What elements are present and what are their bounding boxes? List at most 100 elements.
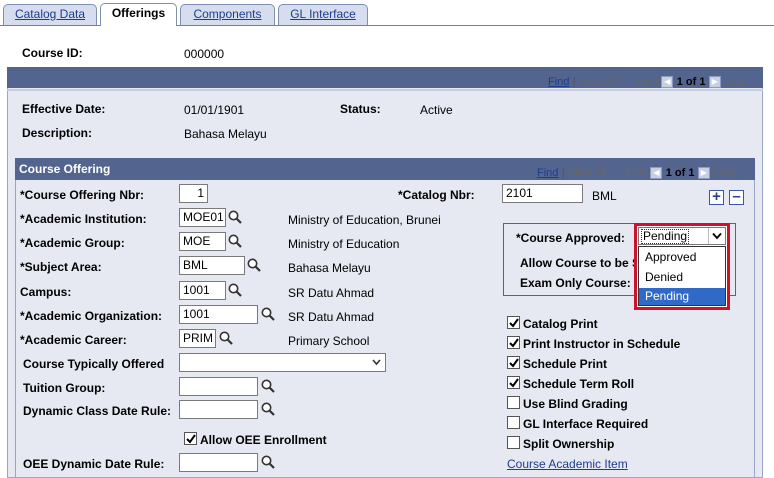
print-instructor-checkbox[interactable] [507,336,520,349]
offering-last-arrow-icon[interactable]: ▶ [697,166,710,179]
subject-input[interactable]: BML [179,256,245,275]
course-id-label: Course ID: [22,46,83,60]
first-arrow-icon[interactable]: ◀ [661,75,674,88]
catalog-nbr-label: *Catalog Nbr: [398,188,475,202]
gl-interface-label: GL Interface Required [523,417,649,431]
gl-interface-checkbox[interactable] [507,416,520,429]
campus-desc: SR Datu Ahmad [288,286,375,300]
subject-desc: Bahasa Melayu [288,261,371,275]
schedule-term-roll-checkbox[interactable] [507,376,520,389]
organization-label: *Academic Organization: [20,309,163,323]
catalog-nbr-input[interactable]: 2101 [502,184,583,203]
oee-enroll-checkbox[interactable] [184,432,197,445]
option-approved[interactable]: Approved [639,248,725,267]
last-label: Last [724,76,745,88]
schedule-term-roll-label: Schedule Term Roll [523,377,635,391]
offering-find-link[interactable]: Find [537,167,558,179]
offering-pager-count: 1 of 1 [665,167,695,179]
schedule-print-label: Schedule Print [523,357,608,371]
course-approved-label: *Course Approved: [516,231,625,245]
course-id-value: 000000 [184,47,225,61]
description-label: Description: [22,126,93,140]
first-label: First [636,76,659,88]
check-icon [509,378,519,388]
chevron-down-icon [712,232,722,240]
print-instructor-label: Print Instructor in Schedule [523,337,681,351]
description-value: Bahasa Melayu [184,127,267,141]
campus-input[interactable]: 1001 [179,281,226,300]
check-icon [509,318,519,328]
tab-bar: Catalog Data Offerings Components GL Int… [0,0,774,26]
course-approved-options: Approved Denied Pending [638,246,726,306]
option-denied[interactable]: Denied [639,268,725,287]
view-all-link: View All [578,76,618,88]
status-label: Status: [340,102,381,116]
institution-input[interactable]: MOE01 [179,208,226,227]
check-icon [509,358,519,368]
offering-first-arrow-icon[interactable]: ◀ [650,166,663,179]
tab-gl-interface[interactable]: GL Interface [278,4,368,25]
tab-offerings[interactable]: Offerings [100,3,177,26]
split-ownership-label: Split Ownership [523,437,615,451]
effective-dated-nav: Find | View All First ◀ 1 of 1 ▶ Last [548,75,745,88]
find-link[interactable]: Find [548,76,569,88]
offering-first-label: First [625,167,648,179]
catalog-print-checkbox[interactable] [507,316,520,329]
organization-input[interactable]: 1001 [179,305,258,324]
institution-search-icon[interactable] [227,209,243,225]
subject-search-icon[interactable] [246,257,262,273]
organization-desc: SR Datu Ahmad [288,310,375,324]
oee-enroll-label: Allow OEE Enrollment [200,433,327,447]
subject-label: *Subject Area: [20,260,102,274]
allow-schedule-label: Allow Course to be S [520,256,641,270]
tuition-group-input[interactable] [179,377,258,396]
offering-last-label: Last [713,167,734,179]
option-pending[interactable]: Pending [639,288,725,305]
tuition-group-label: Tuition Group: [23,381,106,395]
institution-desc: Ministry of Education, Brunei [288,213,441,227]
dynamic-class-label: Dynamic Class Date Rule: [23,404,172,418]
typically-offered-select[interactable] [179,353,386,372]
tuition-search-icon[interactable] [260,378,276,394]
group-input[interactable]: MOE [179,232,226,251]
oee-dynamic-search-icon[interactable] [260,454,276,470]
add-row-icon[interactable]: + [709,189,724,205]
blind-grading-checkbox[interactable] [507,396,520,409]
campus-search-icon[interactable] [227,282,243,298]
offering-nbr-input[interactable]: 1 [179,184,208,203]
catalog-nbr-desc: BML [592,189,617,203]
oee-dynamic-input[interactable] [179,453,258,472]
career-desc: Primary School [288,334,370,348]
delete-row-icon[interactable]: – [729,189,744,205]
tab-components[interactable]: Components [180,4,275,25]
course-academic-item-link[interactable]: Course Academic Item [507,457,628,471]
career-label: *Academic Career: [20,333,127,347]
organization-search-icon[interactable] [260,306,276,322]
dynamic-class-input[interactable] [179,400,258,419]
campus-label: Campus: [20,285,72,299]
oee-dynamic-label: OEE Dynamic Date Rule: [23,457,165,471]
course-offering-title: Course Offering [19,162,111,176]
typically-offered-label: Course Typically Offered [23,357,165,371]
last-arrow-icon[interactable]: ▶ [708,75,721,88]
check-icon [509,338,519,348]
course-offering-nav: Find | View All First ◀ 1 of 1 ▶ Last [537,166,734,179]
course-approved-dropdown[interactable]: Pending Approved Denied Pending [634,223,730,310]
chevron-down-icon [372,359,381,366]
career-input[interactable]: PRIM [179,329,216,348]
institution-label: *Academic Institution: [20,212,147,226]
effective-date-label: Effective Date: [22,102,106,116]
selected-value: Pending [641,229,690,244]
tab-catalog-data[interactable]: Catalog Data [3,4,97,25]
schedule-print-checkbox[interactable] [507,356,520,369]
career-search-icon[interactable] [218,330,234,346]
group-label: *Academic Group: [20,236,125,250]
split-ownership-checkbox[interactable] [507,436,520,449]
exam-only-label: Exam Only Course: [520,276,631,290]
status-value: Active [420,103,453,117]
dynamic-class-search-icon[interactable] [260,401,276,417]
course-approved-select[interactable]: Pending [638,227,726,245]
blind-grading-label: Use Blind Grading [523,397,628,411]
effective-date-value: 01/01/1901 [184,103,245,117]
group-search-icon[interactable] [227,233,243,249]
